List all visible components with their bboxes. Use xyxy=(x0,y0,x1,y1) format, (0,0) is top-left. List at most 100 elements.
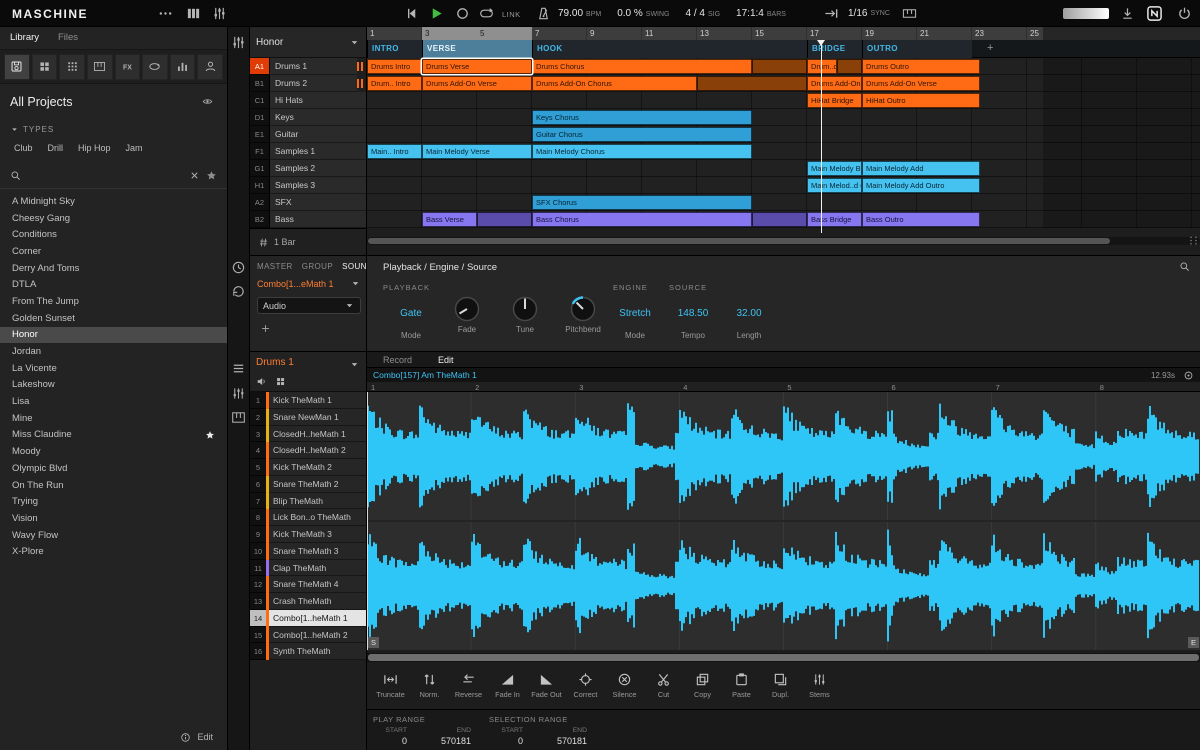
grid-setting[interactable]: 1 Bar xyxy=(250,228,366,255)
clip-area[interactable]: Drums IntroDrums VerseDrums Chorus Drum..… xyxy=(367,58,1200,228)
sound-slot-2[interactable]: 2Snare NewMan 1 xyxy=(250,409,366,426)
sound-slot-13[interactable]: 13Crash TheMath xyxy=(250,593,366,610)
project-item[interactable]: Honor xyxy=(0,327,227,344)
stems-button[interactable]: Stems xyxy=(800,672,839,699)
project-item[interactable]: On The Run xyxy=(0,477,227,494)
project-item[interactable]: DTLA xyxy=(0,276,227,293)
tab-group[interactable]: GROUP xyxy=(302,262,333,271)
group-row-H1[interactable]: H1Samples 3 xyxy=(250,177,366,194)
clip[interactable]: Bass Verse xyxy=(422,212,477,227)
section-outro[interactable]: OUTRO xyxy=(862,40,972,58)
sound-slot-10[interactable]: 10Snare TheMath 3 xyxy=(250,543,366,560)
sound-slot-11[interactable]: 11Clap TheMath xyxy=(250,560,366,577)
power-button[interactable] xyxy=(1177,6,1192,21)
group-name-button[interactable]: Drums 1 xyxy=(256,357,294,368)
clip[interactable] xyxy=(752,212,807,227)
sample-scrollbar[interactable] xyxy=(367,653,1200,662)
tune-knob[interactable]: Tune xyxy=(499,294,551,334)
pitchbend-knob[interactable]: Pitchbend xyxy=(557,294,609,334)
sound-slot-16[interactable]: 16Synth TheMath xyxy=(250,643,366,660)
record-button[interactable] xyxy=(455,6,470,21)
play-range-end[interactable]: 570181 xyxy=(441,736,471,746)
download-button[interactable] xyxy=(1120,6,1135,21)
project-item[interactable]: Trying xyxy=(0,493,227,510)
parameter-page-title[interactable]: Playback / Engine / Source xyxy=(383,262,497,273)
group-row-C1[interactable]: C1Hi Hats xyxy=(250,92,366,109)
clip[interactable]: Guitar Chorus xyxy=(532,127,752,142)
swing-display[interactable]: 0.0 %SWING xyxy=(617,8,669,19)
project-item[interactable]: Moody xyxy=(0,443,227,460)
section-bridge[interactable]: BRIDGE xyxy=(807,40,862,58)
project-item[interactable]: Cheesy Gang xyxy=(0,210,227,227)
arrange-view-button[interactable] xyxy=(231,361,246,376)
clip[interactable]: SFX Chorus xyxy=(532,195,752,210)
sample-end-marker[interactable]: E xyxy=(1188,637,1199,648)
clip[interactable]: Main Melody Add Outro xyxy=(862,178,980,193)
fadeout-button[interactable]: Fade Out xyxy=(527,672,566,699)
edit-button[interactable]: Edit xyxy=(197,732,213,742)
clip[interactable]: Main.. Intro xyxy=(367,144,422,159)
sound-slot-3[interactable]: 3ClosedH..heMath 1 xyxy=(250,426,366,443)
header-menu-button[interactable] xyxy=(158,6,173,21)
master-meter[interactable] xyxy=(1063,8,1109,19)
project-item[interactable]: Conditions xyxy=(0,226,227,243)
project-item[interactable]: Vision xyxy=(0,510,227,527)
cut-button[interactable]: Cut xyxy=(644,672,683,699)
group-row-A2[interactable]: A2SFX xyxy=(250,194,366,211)
metronome-button[interactable] xyxy=(536,6,551,21)
clip[interactable]: Drums Add-On Verse xyxy=(422,76,532,91)
audition-button[interactable] xyxy=(256,376,267,387)
group-row-B1[interactable]: B1Drums 2 xyxy=(250,75,366,92)
type-tag[interactable]: Hip Hop xyxy=(78,143,111,153)
clip[interactable]: Drums Add-On Verse xyxy=(862,76,980,91)
sound-slot-6[interactable]: 6Snare TheMath 2 xyxy=(250,476,366,493)
truncate-button[interactable]: Truncate xyxy=(371,672,410,699)
section-verse[interactable]: VERSE xyxy=(422,40,532,58)
group-row-B2[interactable]: B2Bass xyxy=(250,211,366,228)
sound-slot-4[interactable]: 4ClosedH..heMath 2 xyxy=(250,442,366,459)
clip[interactable]: Drums Intro xyxy=(367,59,422,74)
projects-filter-button[interactable] xyxy=(4,54,30,80)
correct-button[interactable]: Correct xyxy=(566,672,605,699)
project-item[interactable]: Olympic Blvd xyxy=(0,460,227,477)
norm-button[interactable]: Norm. xyxy=(410,672,449,699)
pad-view-button[interactable] xyxy=(275,376,286,387)
groups-filter-button[interactable] xyxy=(32,54,58,80)
clip[interactable]: Main Melody Verse xyxy=(422,144,532,159)
clip[interactable]: Drums Chorus xyxy=(532,59,752,74)
add-plugin-button[interactable] xyxy=(260,323,271,334)
clip[interactable]: Drums Verse xyxy=(422,59,532,74)
clip[interactable]: Main Melody Bridge xyxy=(807,161,862,176)
search-input[interactable] xyxy=(27,170,183,181)
type-tag[interactable]: Club xyxy=(14,143,33,153)
selection-range-start[interactable]: 0 xyxy=(518,736,523,746)
keyboard-view-button[interactable] xyxy=(231,410,246,425)
waveform-display[interactable]: S E xyxy=(367,392,1200,650)
project-item[interactable]: La Vicente xyxy=(0,360,227,377)
clip[interactable]: HiHat Outro xyxy=(862,93,980,108)
clip[interactable]: Bass Outro xyxy=(862,212,980,227)
tab-library[interactable]: Library xyxy=(10,32,39,43)
group-row-E1[interactable]: E1Guitar xyxy=(250,126,366,143)
retrigger-button[interactable] xyxy=(231,284,246,299)
follow-button[interactable] xyxy=(824,6,839,21)
sample-scroll-thumb[interactable] xyxy=(368,654,1199,661)
project-item[interactable]: A Midnight Sky xyxy=(0,193,227,210)
group-row-G1[interactable]: G1Samples 2 xyxy=(250,160,366,177)
section-intro[interactable]: INTRO xyxy=(367,40,422,58)
play-button[interactable] xyxy=(429,6,444,21)
silence-button[interactable]: Silence xyxy=(605,672,644,699)
preview-toggle[interactable] xyxy=(202,96,213,107)
project-item[interactable]: Lisa xyxy=(0,393,227,410)
source-length-control[interactable]: 32.00 Length xyxy=(719,308,779,340)
project-item[interactable]: X-Plore xyxy=(0,543,227,560)
clip[interactable]: Drum..dge 1 xyxy=(807,59,837,74)
tab-master[interactable]: MASTER xyxy=(257,262,293,271)
sound-slot-12[interactable]: 12Snare TheMath 4 xyxy=(250,576,366,593)
add-section-button[interactable]: + xyxy=(987,42,993,54)
clip[interactable]: Drum.. Intro xyxy=(367,76,422,91)
clip[interactable]: Main Melody Add xyxy=(862,161,980,176)
timeline-ruler[interactable]: 135791113151719212325 xyxy=(367,27,1200,40)
browser-toggle-button[interactable] xyxy=(186,6,201,21)
restart-button[interactable] xyxy=(404,6,419,21)
